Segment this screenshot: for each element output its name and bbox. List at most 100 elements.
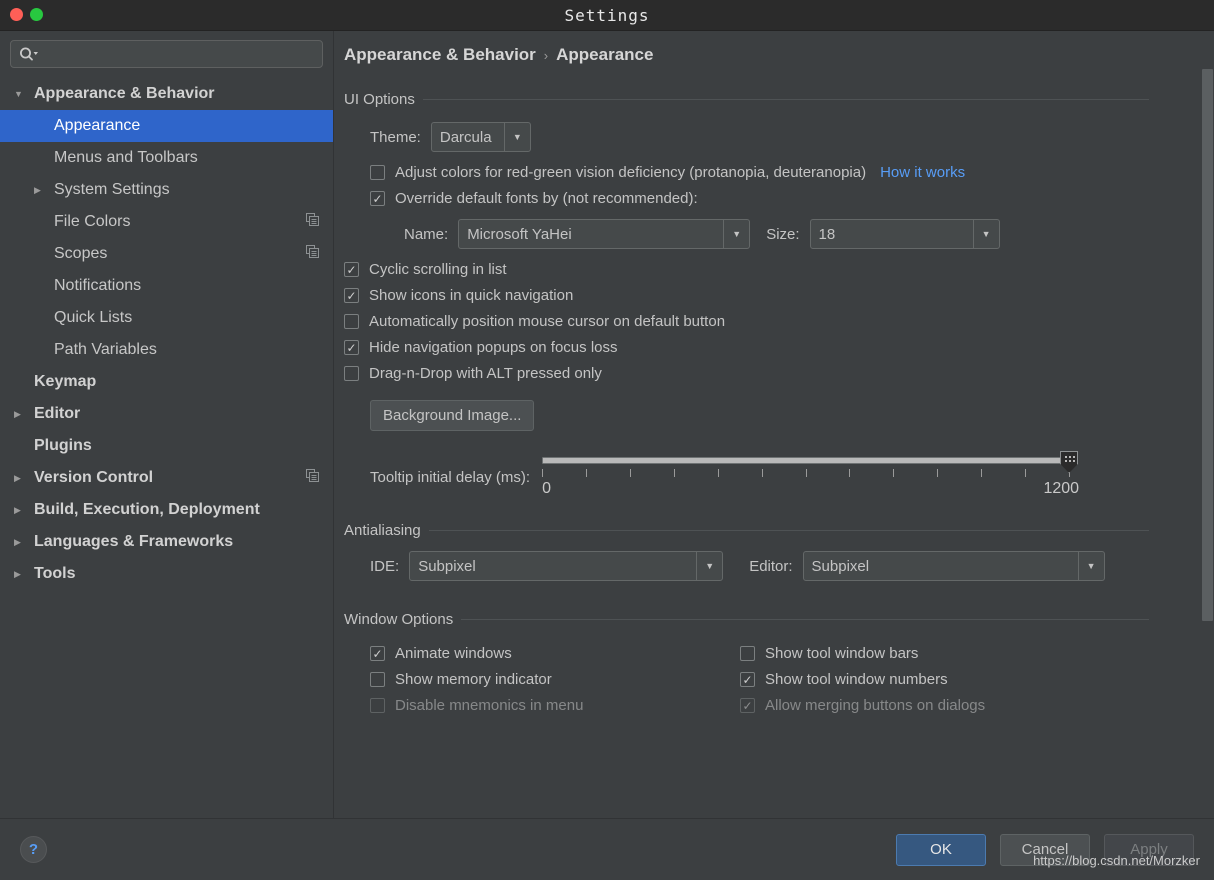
- background-image-row: Background Image...: [344, 400, 1214, 431]
- override-fonts-checkbox[interactable]: [370, 191, 385, 206]
- animate-windows-checkbox[interactable]: [370, 646, 385, 661]
- sidebar-item-system-settings[interactable]: ▶ System Settings: [0, 174, 333, 206]
- adjust-colors-row: Adjust colors for red-green vision defic…: [344, 164, 1214, 181]
- section-ui-options: UI Options: [344, 91, 1214, 108]
- background-image-button[interactable]: Background Image...: [370, 400, 535, 431]
- show-icons-in-quick-navigation-label: Show icons in quick navigation: [369, 287, 574, 304]
- sidebar-item-appearance-behavior[interactable]: ▼ Appearance & Behavior: [0, 78, 333, 110]
- maximize-window-button[interactable]: [30, 8, 43, 21]
- chevron-down-icon: ▼: [972, 220, 999, 248]
- section-antialiasing: Antialiasing: [344, 522, 1214, 539]
- allow-merging-buttons-on-dialogs-label: Allow merging buttons on dialogs: [765, 697, 986, 714]
- breadcrumb-parent[interactable]: Appearance & Behavior: [344, 45, 536, 65]
- settings-sidebar: ▼ Appearance & Behavior Appearance Menus an…: [0, 31, 334, 880]
- antialiasing-row: IDE: Subpixel ▼ Editor: Subpixel ▼: [344, 551, 1214, 581]
- show-memory-indicator-row: Show memory indicator: [370, 671, 740, 688]
- show-icons-in-quick-navigation-checkbox[interactable]: [344, 288, 359, 303]
- show-tool-window-bars-checkbox[interactable]: [740, 646, 755, 661]
- editor-antialiasing-label: Editor:: [749, 557, 793, 575]
- hide-navigation-popups-on-focus-loss-label: Hide navigation popups on focus loss: [369, 339, 618, 356]
- search-box[interactable]: [10, 40, 323, 68]
- copy-settings-icon[interactable]: [306, 469, 319, 487]
- sidebar-item-languages-frameworks[interactable]: ▶ Languages & Frameworks: [0, 526, 333, 558]
- font-size-select[interactable]: 18 ▼: [809, 219, 1000, 249]
- help-icon[interactable]: ?: [20, 836, 47, 863]
- sidebar-item-build-execution-deployment[interactable]: ▶ Build, Execution, Deployment: [0, 494, 333, 526]
- copy-settings-icon[interactable]: [306, 245, 319, 263]
- ide-antialiasing-label: IDE:: [370, 557, 400, 575]
- tooltip-delay-row: Tooltip initial delay (ms): 0 1200: [344, 447, 1214, 497]
- override-fonts-row: Override default fonts by (not recommend…: [344, 190, 1214, 207]
- sidebar-item-label: Appearance: [54, 117, 141, 134]
- cyclic-scrolling-in-list-row: Cyclic scrolling in list: [344, 261, 1214, 278]
- chevron-down-icon[interactable]: ▼: [14, 89, 30, 99]
- sidebar-item-tools[interactable]: ▶ Tools: [0, 558, 333, 590]
- hide-navigation-popups-on-focus-loss-row: Hide navigation popups on focus loss: [344, 339, 1214, 356]
- hide-navigation-popups-on-focus-loss-checkbox[interactable]: [344, 340, 359, 355]
- sidebar-item-plugins[interactable]: Plugins: [0, 430, 333, 462]
- drag-n-drop-with-alt-pressed-only-row: Drag-n-Drop with ALT pressed only: [344, 365, 1214, 382]
- cyclic-scrolling-in-list-checkbox[interactable]: [344, 262, 359, 277]
- chevron-right-icon[interactable]: ▶: [14, 473, 30, 483]
- sidebar-item-label: Keymap: [34, 373, 97, 390]
- section-divider: [422, 99, 1149, 100]
- ok-button[interactable]: OK: [896, 833, 986, 866]
- sidebar-item-file-colors[interactable]: File Colors: [0, 206, 333, 238]
- chevron-right-icon[interactable]: ▶: [34, 185, 50, 195]
- chevron-right-icon[interactable]: ▶: [14, 505, 30, 515]
- show-tool-window-numbers-checkbox[interactable]: [740, 672, 755, 687]
- font-name-label: Name:: [404, 225, 449, 243]
- sidebar-item-version-control[interactable]: ▶ Version Control: [0, 462, 333, 494]
- close-window-button[interactable]: [10, 8, 23, 21]
- font-name-select[interactable]: Microsoft YaHei ▼: [458, 219, 751, 249]
- chevron-right-icon[interactable]: ▶: [14, 409, 30, 419]
- sidebar-item-scopes[interactable]: Scopes: [0, 238, 333, 270]
- show-icons-in-quick-navigation-row: Show icons in quick navigation: [344, 287, 1214, 304]
- window-options-columns: Animate windows Show memory indicator Disa…: [344, 636, 1214, 714]
- ide-antialiasing-value: Subpixel: [418, 557, 476, 575]
- slider-max-label: 1200: [1043, 480, 1080, 497]
- sidebar-item-label: Languages & Frameworks: [34, 533, 234, 550]
- sidebar-item-editor[interactable]: ▶ Editor: [0, 398, 333, 430]
- adjust-colors-label: Adjust colors for red-green vision defic…: [395, 164, 867, 181]
- breadcrumb-current: Appearance: [556, 45, 654, 64]
- sidebar-item-label: Scopes: [54, 245, 108, 262]
- allow-merging-buttons-on-dialogs-checkbox[interactable]: [740, 698, 755, 713]
- copy-settings-icon[interactable]: [306, 213, 319, 231]
- sidebar-item-notifications[interactable]: Notifications: [0, 270, 333, 302]
- sidebar-item-label: Menus and Toolbars: [54, 149, 198, 166]
- sidebar-item-appearance[interactable]: Appearance: [0, 110, 333, 142]
- show-tool-window-numbers-row: Show tool window numbers: [740, 671, 985, 688]
- sidebar-item-label: System Settings: [54, 181, 170, 198]
- font-name-value: Microsoft YaHei: [467, 225, 572, 243]
- disable-mnemonics-in-menu-checkbox[interactable]: [370, 698, 385, 713]
- section-window-options: Window Options: [344, 611, 1214, 628]
- search-input[interactable]: [39, 45, 314, 63]
- drag-n-drop-with-alt-pressed-only-checkbox[interactable]: [344, 366, 359, 381]
- chevron-right-icon[interactable]: ▶: [14, 569, 30, 579]
- main-scrollbar[interactable]: [1199, 31, 1214, 880]
- theme-label: Theme:: [370, 128, 421, 146]
- chevron-right-icon[interactable]: ▶: [14, 537, 30, 547]
- breadcrumb-separator-icon: ›: [543, 47, 549, 63]
- drag-n-drop-with-alt-pressed-only-label: Drag-n-Drop with ALT pressed only: [369, 365, 602, 382]
- theme-select[interactable]: Darcula ▼: [430, 122, 531, 152]
- sidebar-item-quick-lists[interactable]: Quick Lists: [0, 302, 333, 334]
- cyclic-scrolling-in-list-label: Cyclic scrolling in list: [369, 261, 507, 278]
- section-window-options-label: Window Options: [344, 611, 454, 628]
- automatically-position-mouse-cursor-on-default-button-checkbox[interactable]: [344, 314, 359, 329]
- animate-windows-row: Animate windows: [370, 645, 740, 662]
- theme-select-value: Darcula: [439, 128, 492, 146]
- sidebar-item-path-variables[interactable]: Path Variables: [0, 334, 333, 366]
- sidebar-item-keymap[interactable]: Keymap: [0, 366, 333, 398]
- ide-antialiasing-select[interactable]: Subpixel ▼: [409, 551, 724, 581]
- main-scrollbar-thumb[interactable]: [1202, 69, 1213, 621]
- slider-ticks: [542, 469, 1071, 479]
- slider-track[interactable]: [542, 457, 1070, 464]
- sidebar-item-menus-and-toolbars[interactable]: Menus and Toolbars: [0, 142, 333, 174]
- editor-antialiasing-select[interactable]: Subpixel ▼: [802, 551, 1105, 581]
- show-memory-indicator-checkbox[interactable]: [370, 672, 385, 687]
- adjust-colors-checkbox[interactable]: [370, 165, 385, 180]
- how-it-works-link[interactable]: How it works: [880, 164, 965, 181]
- sidebar-search-wrap: [0, 31, 333, 74]
